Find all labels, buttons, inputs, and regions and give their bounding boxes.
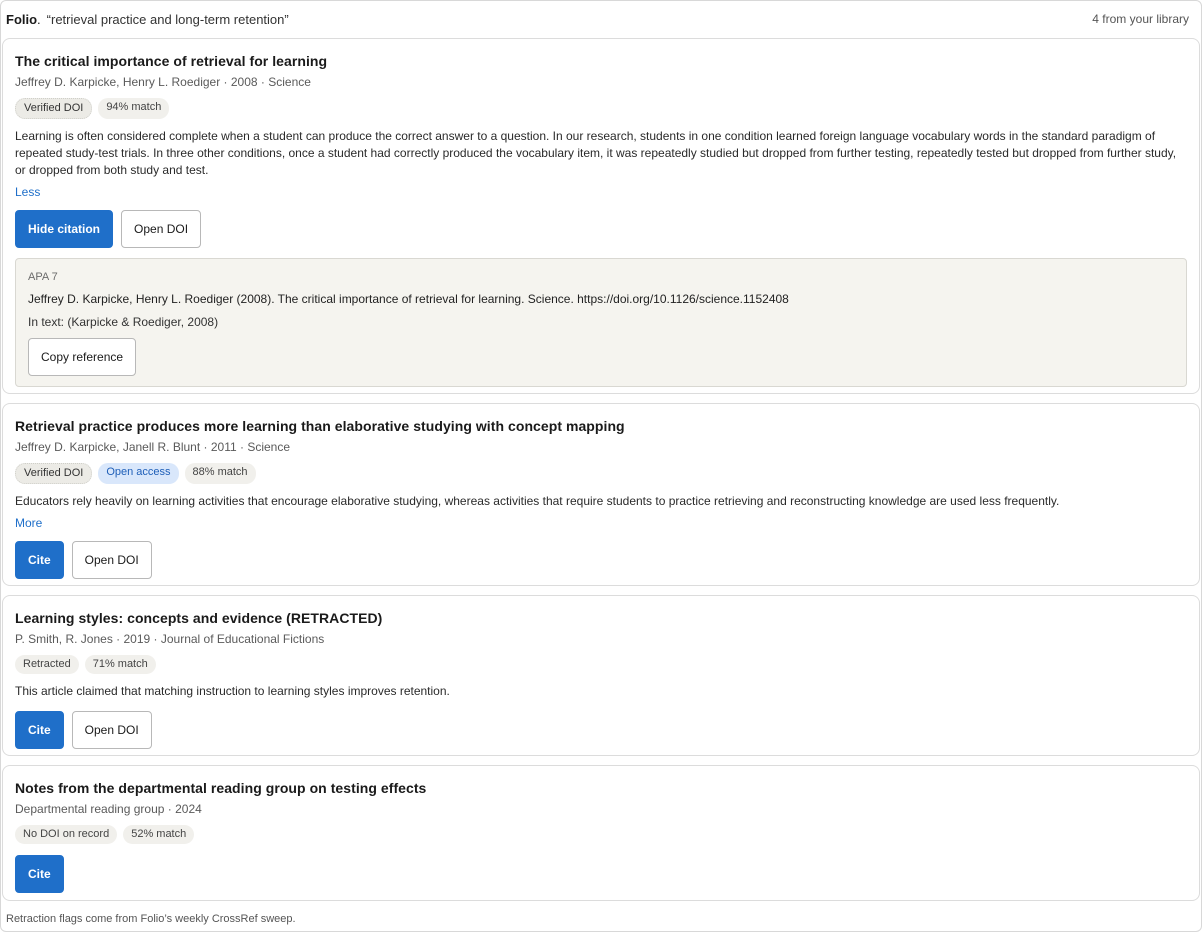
result-card: Retrieval practice produces more learnin… [2, 403, 1200, 586]
result-title: Notes from the departmental reading grou… [15, 780, 427, 796]
result-card: The critical importance of retrieval for… [2, 38, 1200, 394]
brand-name: Folio [6, 11, 38, 27]
open-doi-button[interactable]: Open DOI [71, 711, 152, 749]
action-row: Cite Open DOI [15, 541, 1187, 579]
action-row: Cite [15, 855, 1187, 893]
citation-in-text: In text: (Karpicke & Roediger, 2008) [28, 315, 219, 329]
result-card: Learning styles: concepts and evidence (… [2, 595, 1200, 756]
result-title: Retrieval practice produces more learnin… [15, 418, 625, 434]
citation-reference: Jeffrey D. Karpicke, Henry L. Roediger (… [28, 292, 789, 306]
result-meta: Jeffrey D. Karpicke, Janell R. Blunt · 2… [15, 440, 291, 454]
badge-row: Verified DOI Open access 88% match [15, 463, 1187, 484]
match-badge: 52% match [123, 825, 195, 844]
search-query: “retrieval practice and long-term retent… [46, 11, 289, 27]
action-row: Cite Open DOI [15, 711, 1187, 749]
result-abstract: Educators rely heavily on learning activ… [15, 494, 1060, 508]
open-doi-button[interactable]: Open DOI [71, 541, 152, 579]
result-abstract: This article claimed that matching instr… [15, 684, 450, 698]
open-access-badge: Open access [98, 463, 179, 484]
citation-style-label: APA 7 [28, 271, 58, 283]
match-badge: 71% match [84, 655, 156, 674]
result-abstract: Learning is often considered complete wh… [15, 129, 1177, 177]
match-badge: 88% match [184, 463, 256, 484]
retracted-badge: Retracted [15, 655, 79, 674]
result-meta: Departmental reading group · 2024 [15, 802, 202, 816]
hide-citation-button[interactable]: Hide citation [15, 210, 114, 248]
badge-row: Verified DOI 94% match [15, 98, 1187, 119]
result-title: The critical importance of retrieval for… [15, 53, 328, 69]
match-badge: 94% match [98, 98, 170, 119]
brand-dot: . [37, 11, 41, 27]
result-count: 4 from your library [1092, 12, 1189, 26]
cite-button[interactable]: Cite [15, 711, 64, 749]
action-row: Hide citation Open DOI [15, 210, 1187, 248]
verified-doi-badge: Verified DOI [15, 463, 93, 484]
verified-doi-badge: Verified DOI [15, 98, 93, 119]
result-meta: Jeffrey D. Karpicke, Henry L. Roediger ·… [15, 75, 311, 89]
citation-panel: APA 7 Jeffrey D. Karpicke, Henry L. Roed… [15, 258, 1187, 387]
no-doi-badge: No DOI on record [15, 825, 118, 844]
folio-panel: Folio. “retrieval practice and long-term… [0, 0, 1202, 932]
result-card: Notes from the departmental reading grou… [2, 765, 1200, 901]
search-header: Folio. “retrieval practice and long-term… [6, 10, 1189, 28]
open-doi-button[interactable]: Open DOI [121, 210, 202, 248]
copy-reference-button[interactable]: Copy reference [28, 338, 137, 376]
cite-button[interactable]: Cite [15, 855, 64, 893]
result-meta: P. Smith, R. Jones · 2019 · Journal of E… [15, 632, 325, 646]
more-toggle-link[interactable]: More [15, 516, 42, 530]
badge-row: Retracted 71% match [15, 655, 1187, 674]
footer-note: Retraction flags come from Folio’s weekl… [6, 913, 296, 925]
cite-button[interactable]: Cite [15, 541, 64, 579]
badge-row: No DOI on record 52% match [15, 825, 1187, 844]
result-title: Learning styles: concepts and evidence (… [15, 610, 383, 626]
less-toggle-link[interactable]: Less [15, 185, 40, 199]
